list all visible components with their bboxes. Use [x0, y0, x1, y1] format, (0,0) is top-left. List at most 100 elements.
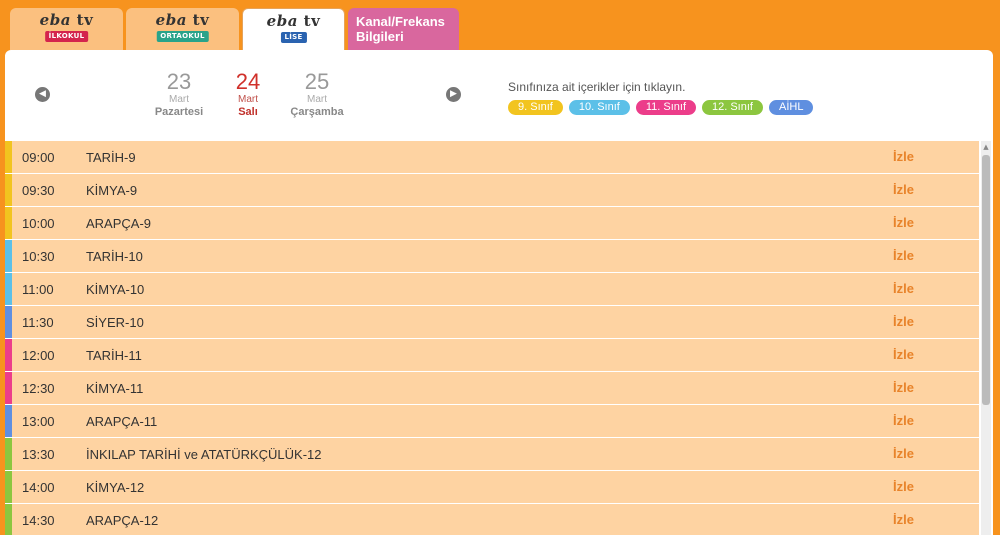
program-time: 10:00 — [22, 216, 55, 231]
watch-link[interactable]: İzle — [893, 380, 914, 395]
table-row: 10:00 ARAPÇA-9 İzle — [5, 207, 979, 240]
tab-ortaokul[interactable]: eba tv ORTAOKUL — [126, 8, 239, 50]
program-title: ARAPÇA-11 — [86, 414, 158, 429]
date-header: ◀ 23 Mart Pazartesi 24 Mart Salı 25 Mart… — [5, 50, 993, 140]
chip-10-sinif[interactable]: 10. Sınıf — [568, 100, 630, 115]
program-time: 10:30 — [22, 249, 55, 264]
program-time: 11:30 — [22, 315, 54, 330]
table-row: 14:30 ARAPÇA-12 İzle — [5, 504, 979, 535]
scrollbar-thumb[interactable] — [982, 155, 990, 405]
tab-label-line2: Bilgileri — [356, 29, 404, 44]
program-time: 14:00 — [22, 480, 55, 495]
tab-badge: İLKOKUL — [44, 31, 89, 42]
program-time: 09:30 — [22, 183, 55, 198]
watch-link[interactable]: İzle — [893, 149, 914, 164]
date-month: Mart — [307, 94, 327, 105]
scrollbar[interactable]: ▲ — [981, 141, 991, 535]
channel-tabs: eba tv İLKOKUL eba tv ORTAOKUL eba tv Lİ… — [10, 8, 459, 50]
table-row: 14:00 KİMYA-12 İzle — [5, 471, 979, 504]
class-filter-chips: 9. Sınıf 10. Sınıf 11. Sınıf 12. Sınıf A… — [508, 100, 814, 115]
program-title: ARAPÇA-12 — [86, 513, 159, 528]
program-title: KİMYA-10 — [86, 282, 145, 297]
program-time: 11:00 — [22, 282, 54, 297]
program-title: KİMYA-11 — [86, 381, 144, 396]
eba-tv-logo: eba tv — [39, 11, 94, 29]
chip-aihl[interactable]: AİHL — [768, 100, 814, 115]
class-color-bar — [5, 372, 12, 404]
program-time: 13:30 — [22, 447, 55, 462]
date-day: 23 — [166, 69, 192, 94]
table-row: 12:30 KİMYA-11 İzle — [5, 372, 979, 405]
date-24[interactable]: 24 Mart Salı — [213, 69, 283, 119]
table-row: 10:30 TARİH-10 İzle — [5, 240, 979, 273]
tab-label-line1: Kanal/Frekans — [356, 14, 445, 29]
class-color-bar — [5, 273, 12, 305]
watch-link[interactable]: İzle — [893, 347, 914, 362]
program-title: İNKILAP TARİHİ ve ATATÜRKÇÜLÜK-12 — [86, 447, 322, 462]
program-title: KİMYA-9 — [86, 183, 138, 198]
chevron-left-icon[interactable]: ◀ — [35, 87, 50, 102]
program-time: 13:00 — [22, 414, 55, 429]
watch-link[interactable]: İzle — [893, 182, 914, 197]
class-color-bar — [5, 174, 12, 206]
class-color-bar — [5, 504, 12, 535]
tab-badge: ORTAOKUL — [156, 31, 209, 42]
tab-badge: LİSE — [280, 32, 307, 43]
eba-tv-logo: eba tv — [155, 11, 210, 29]
program-title: TARİH-9 — [86, 150, 136, 165]
table-row: 13:30 İNKILAP TARİHİ ve ATATÜRKÇÜLÜK-12 İz… — [5, 438, 979, 471]
schedule-list: 09:00 TARİH-9 İzle 09:30 KİMYA-9 İzle 10:00 ARA… — [5, 141, 979, 535]
class-color-bar — [5, 471, 12, 503]
table-row: 11:30 SİYER-10 İzle — [5, 306, 979, 339]
tab-label: Kanal/Frekans Bilgileri — [356, 14, 445, 44]
table-row: 09:30 KİMYA-9 İzle — [5, 174, 979, 207]
chip-9-sinif[interactable]: 9. Sınıf — [508, 100, 563, 115]
eba-tv-logo: eba tv — [266, 12, 321, 30]
program-time: 14:30 — [22, 513, 55, 528]
date-weekday: Çarşamba — [290, 106, 344, 118]
watch-link[interactable]: İzle — [893, 215, 914, 230]
class-color-bar — [5, 207, 12, 239]
schedule-panel: ◀ 23 Mart Pazartesi 24 Mart Salı 25 Mart… — [5, 50, 993, 535]
class-color-bar — [5, 141, 12, 173]
table-row: 12:00 TARİH-11 İzle — [5, 339, 979, 372]
watch-link[interactable]: İzle — [893, 446, 914, 461]
watch-link[interactable]: İzle — [893, 413, 914, 428]
scroll-up-icon[interactable]: ▲ — [982, 143, 990, 151]
program-time: 12:30 — [22, 381, 55, 396]
date-25[interactable]: 25 Mart Çarşamba — [282, 69, 352, 119]
class-color-bar — [5, 306, 12, 338]
chip-11-sinif[interactable]: 11. Sınıf — [635, 100, 696, 115]
class-color-bar — [5, 240, 12, 272]
table-row: 13:00 ARAPÇA-11 İzle — [5, 405, 979, 438]
program-title: SİYER-10 — [86, 315, 144, 330]
tab-kanal-frekans[interactable]: Kanal/Frekans Bilgileri — [348, 8, 459, 50]
chevron-right-icon[interactable]: ▶ — [446, 87, 461, 102]
class-hint: Sınıfınıza ait içerikler için tıklayın. — [508, 80, 686, 94]
watch-link[interactable]: İzle — [893, 479, 914, 494]
program-title: TARİH-10 — [86, 249, 143, 264]
program-title: ARAPÇA-9 — [86, 216, 152, 231]
chip-12-sinif[interactable]: 12. Sınıf — [702, 100, 763, 115]
program-title: TARİH-11 — [86, 348, 142, 363]
watch-link[interactable]: İzle — [893, 281, 914, 296]
program-time: 09:00 — [22, 150, 55, 165]
watch-link[interactable]: İzle — [893, 248, 914, 263]
program-time: 12:00 — [22, 348, 55, 363]
class-color-bar — [5, 405, 12, 437]
date-day: 24 — [235, 69, 261, 94]
date-month: Mart — [169, 94, 189, 105]
class-color-bar — [5, 438, 12, 470]
date-weekday: Pazartesi — [154, 106, 204, 118]
table-row: 09:00 TARİH-9 İzle — [5, 141, 979, 174]
date-23[interactable]: 23 Mart Pazartesi — [144, 69, 214, 119]
tab-ilkokul[interactable]: eba tv İLKOKUL — [10, 8, 123, 50]
table-row: 11:00 KİMYA-10 İzle — [5, 273, 979, 306]
tab-lise[interactable]: eba tv LİSE — [242, 8, 345, 50]
class-color-bar — [5, 339, 12, 371]
watch-link[interactable]: İzle — [893, 314, 914, 329]
date-month: Mart — [238, 94, 258, 105]
date-weekday: Salı — [238, 106, 258, 118]
date-day: 25 — [304, 69, 330, 94]
watch-link[interactable]: İzle — [893, 512, 914, 527]
